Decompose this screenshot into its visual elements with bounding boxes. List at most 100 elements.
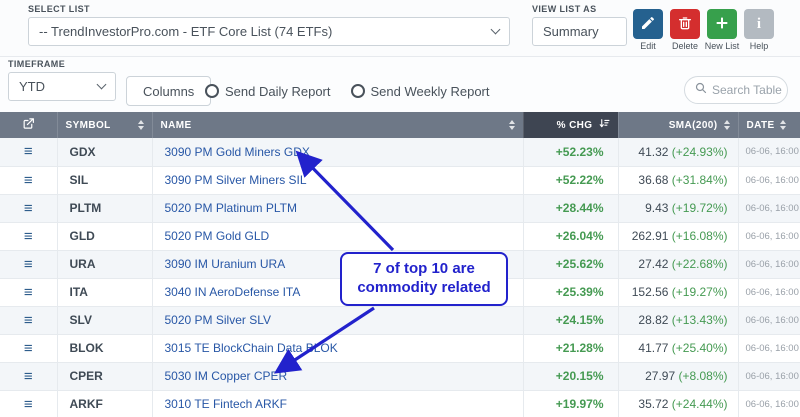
- name-link[interactable]: 3010 TE Fintech ARKF: [165, 397, 288, 411]
- symbol-cell: CPER: [57, 362, 152, 390]
- view-list-as-value: Summary: [543, 24, 599, 39]
- pct-chg-cell: +19.97%: [523, 390, 618, 417]
- sma-cell: 27.97 (+8.08%): [618, 362, 738, 390]
- row-menu-icon[interactable]: ≡: [0, 334, 57, 362]
- sma-change: (+25.40%): [672, 341, 728, 355]
- symbol-cell: SIL: [57, 166, 152, 194]
- name-link[interactable]: 5020 PM Platinum PLTM: [165, 201, 298, 215]
- name-link[interactable]: 3090 PM Gold Miners GDX: [165, 145, 310, 159]
- name-link[interactable]: 5030 IM Copper CPER: [165, 369, 288, 383]
- name-header-label: NAME: [161, 120, 192, 131]
- view-list-as-label: VIEW LIST AS: [532, 4, 627, 14]
- edit-button[interactable]: [633, 9, 663, 39]
- symbol-cell: ARKF: [57, 390, 152, 417]
- date-column-header[interactable]: DATE: [738, 112, 800, 138]
- table-row: ≡ GDX 3090 PM Gold Miners GDX +52.23% 41…: [0, 138, 800, 166]
- row-menu-icon[interactable]: ≡: [0, 390, 57, 417]
- annotation-line1: 7 of top 10 are: [373, 260, 475, 279]
- new-list-button[interactable]: [707, 9, 737, 39]
- symbol-cell: PLTM: [57, 194, 152, 222]
- date-cell: 06-06, 16:00: [738, 334, 800, 362]
- symbol-cell: GDX: [57, 138, 152, 166]
- sma200-column-header[interactable]: SMA(200): [618, 112, 738, 138]
- name-link[interactable]: 3015 TE BlockChain Data BLOK: [165, 341, 338, 355]
- pct-chg-column-header[interactable]: % CHG: [523, 112, 618, 138]
- edit-action: Edit: [633, 9, 663, 51]
- pct-chg-cell: +52.23%: [523, 138, 618, 166]
- date-header-label: DATE: [747, 120, 775, 131]
- name-column-header[interactable]: NAME: [152, 112, 523, 138]
- symbol-cell: ITA: [57, 278, 152, 306]
- date-cell: 06-06, 16:00: [738, 194, 800, 222]
- sma-cell: 36.68 (+31.84%): [618, 166, 738, 194]
- sma-value: 27.42: [638, 257, 668, 271]
- table-row: ≡ PLTM 5020 PM Platinum PLTM +28.44% 9.4…: [0, 194, 800, 222]
- delete-button-label: Delete: [672, 41, 698, 51]
- sma-cell: 28.82 (+13.43%): [618, 306, 738, 334]
- table-row: ≡ BLOK 3015 TE BlockChain Data BLOK +21.…: [0, 334, 800, 362]
- sma-cell: 35.72 (+24.44%): [618, 390, 738, 417]
- table-row: ≡ SIL 3090 PM Silver Miners SIL +52.22% …: [0, 166, 800, 194]
- row-menu-icon[interactable]: ≡: [0, 194, 57, 222]
- chart-link-column-header[interactable]: [0, 112, 57, 138]
- select-list-value: -- TrendInvestorPro.com - ETF Core List …: [39, 24, 332, 39]
- name-link[interactable]: 5020 PM Silver SLV: [165, 313, 272, 327]
- name-link[interactable]: 5020 PM Gold GLD: [165, 229, 270, 243]
- columns-button[interactable]: Columns: [126, 76, 211, 106]
- name-link[interactable]: 3040 IN AeroDefense ITA: [165, 285, 301, 299]
- row-menu-icon[interactable]: ≡: [0, 250, 57, 278]
- sma-value: 41.32: [638, 145, 668, 159]
- sma-value: 9.43: [645, 201, 668, 215]
- sma-change: (+24.93%): [672, 145, 728, 159]
- sma-cell: 152.56 (+19.27%): [618, 278, 738, 306]
- sma-value: 41.77: [638, 341, 668, 355]
- name-link[interactable]: 3090 IM Uranium URA: [165, 257, 286, 271]
- search-icon: [695, 81, 707, 99]
- toolbar-top: SELECT LIST -- TrendInvestorPro.com - ET…: [0, 0, 800, 57]
- delete-action: Delete: [670, 9, 700, 51]
- sma-value: 262.91: [632, 229, 669, 243]
- send-weekly-report-label: Send Weekly Report: [371, 84, 490, 99]
- edit-button-label: Edit: [640, 41, 656, 51]
- table-row: ≡ CPER 5030 IM Copper CPER +20.15% 27.97…: [0, 362, 800, 390]
- sma-value: 152.56: [632, 285, 669, 299]
- symbol-cell: SLV: [57, 306, 152, 334]
- row-menu-icon[interactable]: ≡: [0, 306, 57, 334]
- name-link[interactable]: 3090 PM Silver Miners SIL: [165, 173, 307, 187]
- date-cell: 06-06, 16:00: [738, 222, 800, 250]
- etf-core-list-app: SELECT LIST -- TrendInvestorPro.com - ET…: [0, 0, 800, 417]
- symbol-cell: URA: [57, 250, 152, 278]
- pct-chg-cell: +28.44%: [523, 194, 618, 222]
- pencil-icon: [640, 15, 656, 34]
- help-button[interactable]: i: [744, 9, 774, 39]
- search-input[interactable]: [712, 83, 784, 97]
- symbol-header-label: SYMBOL: [66, 120, 111, 131]
- sma200-header-label: SMA(200): [669, 120, 718, 131]
- sma-value: 27.97: [645, 369, 675, 383]
- sort-icon: [780, 120, 786, 130]
- row-menu-icon[interactable]: ≡: [0, 362, 57, 390]
- select-list-field: SELECT LIST -- TrendInvestorPro.com - ET…: [28, 4, 510, 46]
- table-row: ≡ ARKF 3010 TE Fintech ARKF +19.97% 35.7…: [0, 390, 800, 417]
- row-menu-icon[interactable]: ≡: [0, 138, 57, 166]
- sma-change: (+19.72%): [672, 201, 728, 215]
- row-menu-icon[interactable]: ≡: [0, 166, 57, 194]
- date-cell: 06-06, 16:00: [738, 278, 800, 306]
- row-menu-icon[interactable]: ≡: [0, 222, 57, 250]
- view-list-as-input[interactable]: Summary: [532, 17, 627, 46]
- send-weekly-report-radio[interactable]: Send Weekly Report: [351, 84, 490, 99]
- select-list-dropdown[interactable]: -- TrendInvestorPro.com - ETF Core List …: [28, 17, 510, 46]
- chevron-down-icon: [97, 80, 107, 90]
- sma-cell: 262.91 (+16.08%): [618, 222, 738, 250]
- send-daily-report-radio[interactable]: Send Daily Report: [205, 84, 331, 99]
- symbol-column-header[interactable]: SYMBOL: [57, 112, 152, 138]
- delete-button[interactable]: [670, 9, 700, 39]
- timeframe-dropdown[interactable]: YTD: [8, 72, 116, 101]
- annotation-line2: commodity related: [357, 279, 490, 298]
- row-menu-icon[interactable]: ≡: [0, 278, 57, 306]
- timeframe-field: TIMEFRAME YTD: [8, 59, 116, 101]
- view-list-as-field: VIEW LIST AS Summary: [532, 4, 627, 46]
- symbol-cell: GLD: [57, 222, 152, 250]
- pct-chg-cell: +21.28%: [523, 334, 618, 362]
- sma-change: (+22.68%): [672, 257, 728, 271]
